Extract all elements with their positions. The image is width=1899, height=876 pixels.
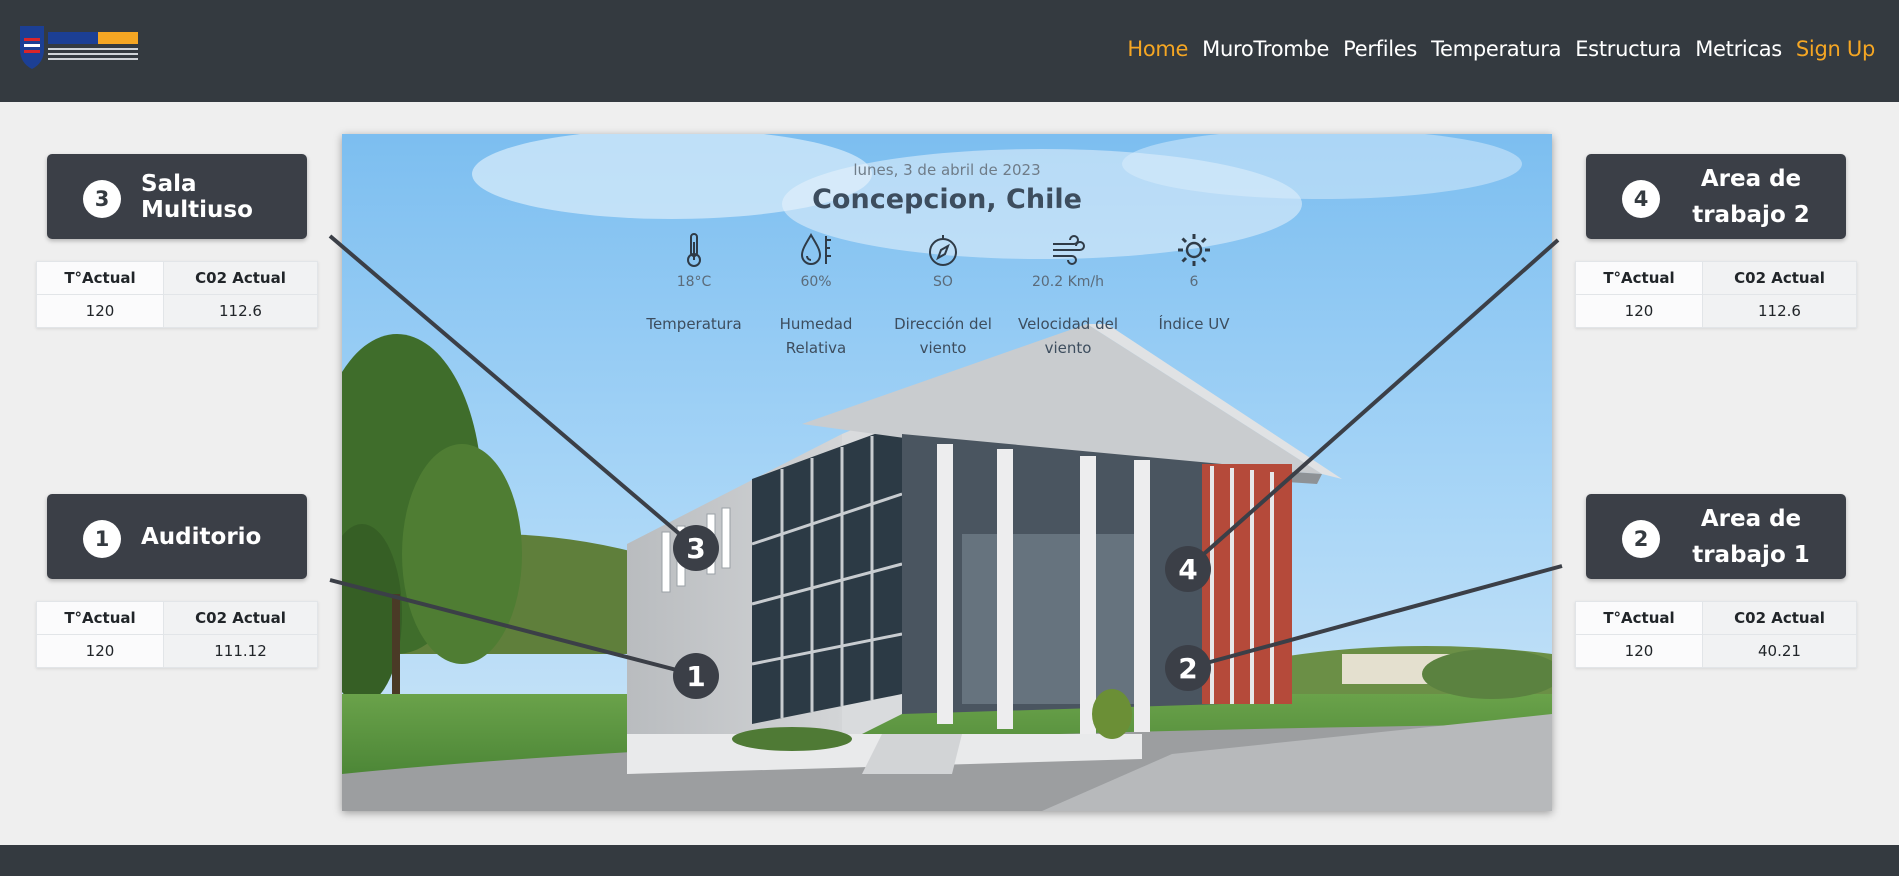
weather-uv-index: 6 Índice UV [1139, 232, 1249, 336]
room-name: Area de trabajo 1 [1692, 505, 1810, 568]
weather-date: lunes, 3 de abril de 2023 [853, 161, 1041, 179]
navbar: Home MuroTrombe Perfiles Temperatura Est… [0, 0, 1899, 102]
current-temperature: 120 [36, 634, 164, 668]
weather-humidity: 60% Humedad Relativa [761, 232, 871, 360]
room-card-sala-multiuso[interactable]: 3 Sala Multiuso [47, 154, 307, 239]
nav-perfiles[interactable]: Perfiles [1343, 37, 1417, 61]
building-picture: lunes, 3 de abril de 2023 Concepcion, Ch… [342, 134, 1552, 811]
room-number-badge: 3 [83, 180, 121, 218]
weather-value: 20.2 Km/h [1031, 274, 1105, 290]
header-co2: C02 Actual [1702, 261, 1857, 295]
current-co2: 111.12 [163, 634, 318, 668]
humidity-icon [800, 233, 831, 265]
header-co2: C02 Actual [163, 601, 318, 635]
header-temperature: T°Actual [36, 601, 164, 635]
nav-home[interactable]: Home [1127, 37, 1188, 61]
current-temperature: 120 [1575, 634, 1703, 668]
header-co2: C02 Actual [1702, 601, 1857, 635]
weather-label: Velocidad del viento [1017, 315, 1118, 357]
room-marker-2[interactable]: 2 [1165, 645, 1211, 691]
weather-label: Dirección del viento [894, 315, 992, 357]
nav-murotrombe[interactable]: MuroTrombe [1202, 37, 1329, 61]
weather-label: Humedad Relativa [779, 315, 853, 357]
weather-city: Concepcion, Chile [812, 184, 1082, 215]
wind-icon [1053, 235, 1085, 265]
room-marker-4[interactable]: 4 [1165, 546, 1211, 592]
current-co2: 112.6 [163, 294, 318, 328]
header-co2: C02 Actual [163, 261, 318, 295]
weather-value: SO [933, 274, 953, 290]
weather-wind-direction: SO Dirección del viento [888, 232, 998, 360]
current-temperature: 120 [36, 294, 164, 328]
weather-value: 60% [800, 274, 832, 290]
weather-label: Índice UV [1158, 315, 1230, 333]
room-card-auditorio[interactable]: 1 Auditorio [47, 494, 307, 579]
weather-label: Temperatura [646, 315, 742, 333]
room-metrics-table-auditorio: T°Actual C02 Actual 120 111.12 [36, 601, 318, 668]
current-temperature: 120 [1575, 294, 1703, 328]
room-name: Auditorio [141, 523, 262, 550]
current-co2: 112.6 [1702, 294, 1857, 328]
weather-wind-speed: 20.2 Km/h Velocidad del viento [1013, 232, 1123, 360]
nav-sign-up[interactable]: Sign Up [1796, 37, 1875, 61]
thermometer-icon [687, 233, 701, 267]
nav-temperatura[interactable]: Temperatura [1431, 37, 1561, 61]
nav-metricas[interactable]: Metricas [1695, 37, 1782, 61]
room-number-badge: 1 [83, 520, 121, 558]
compass-icon [929, 235, 957, 266]
room-marker-3[interactable]: 3 [673, 525, 719, 571]
weather-temperature: 18°C Temperatura [639, 232, 749, 336]
nav-estructura[interactable]: Estructura [1575, 37, 1681, 61]
header-temperature: T°Actual [36, 261, 164, 295]
room-metrics-table-area-de-trabajo-1: T°Actual C02 Actual 120 40.21 [1575, 601, 1857, 668]
sun-icon [1178, 234, 1210, 266]
room-number-badge: 2 [1622, 520, 1660, 558]
room-name: Sala Multiuso [141, 170, 253, 223]
room-name: Area de trabajo 2 [1692, 165, 1810, 228]
header-temperature: T°Actual [1575, 601, 1703, 635]
citec-ubb-logo[interactable] [18, 24, 143, 70]
room-metrics-table-area-de-trabajo-2: T°Actual C02 Actual 120 112.6 [1575, 261, 1857, 328]
room-marker-1[interactable]: 1 [673, 653, 719, 699]
room-card-area-de-trabajo-1[interactable]: 2 Area de trabajo 1 [1586, 494, 1846, 579]
footer [0, 845, 1899, 876]
header-temperature: T°Actual [1575, 261, 1703, 295]
room-card-area-de-trabajo-2[interactable]: 4 Area de trabajo 2 [1586, 154, 1846, 239]
current-co2: 40.21 [1702, 634, 1857, 668]
nav-links: Home MuroTrombe Perfiles Temperatura Est… [1127, 37, 1875, 61]
room-metrics-table-sala-multiuso: T°Actual C02 Actual 120 112.6 [36, 261, 318, 328]
room-number-badge: 4 [1622, 180, 1660, 218]
weather-value: 6 [1189, 274, 1199, 290]
weather-value: 18°C [676, 274, 712, 290]
